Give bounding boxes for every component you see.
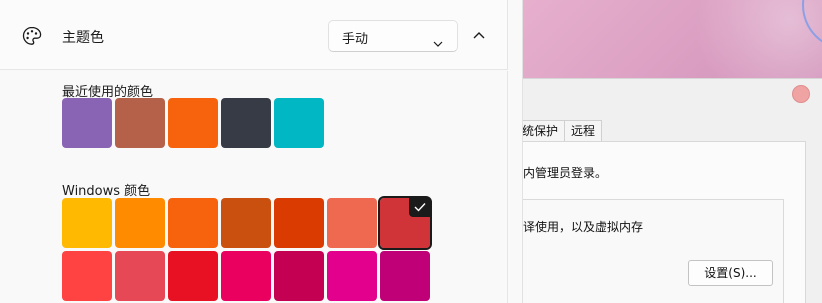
dialog-tabs: 统保护 远程 [520, 120, 603, 142]
accent-mode-dropdown[interactable]: 手动 [328, 20, 458, 52]
recent-color-swatch[interactable] [221, 98, 271, 148]
accent-color-title: 主题色 [62, 30, 104, 46]
windows-color-swatch[interactable] [221, 198, 271, 248]
dialog-close-button[interactable] [792, 85, 810, 103]
recent-color-swatch[interactable] [115, 98, 165, 148]
accent-mode-value: 手动 [342, 32, 369, 47]
chevron-up-icon [473, 32, 485, 39]
windows-color-swatch[interactable] [62, 251, 112, 301]
recent-color-swatch[interactable] [274, 98, 324, 148]
tab-remote[interactable]: 远程 [564, 120, 603, 142]
windows-color-swatch[interactable] [115, 198, 165, 248]
chevron-down-icon [433, 33, 443, 47]
personalization-colors-pane: 主题色 手动 最近使用的颜色 Windows 颜色 [0, 0, 523, 303]
windows-color-swatch[interactable] [221, 251, 271, 301]
windows-color-swatch[interactable] [168, 251, 218, 301]
performance-settings-button[interactable]: 设置(S)... [688, 260, 773, 286]
tab-system-protection[interactable]: 统保护 [520, 120, 566, 142]
windows-color-swatch[interactable] [327, 198, 377, 248]
recent-color-swatch[interactable] [62, 98, 112, 148]
windows-color-swatch[interactable] [274, 251, 324, 301]
windows-color-swatch[interactable] [115, 251, 165, 301]
windows-color-swatch[interactable] [168, 198, 218, 248]
system-properties-dialog: 统保护 远程 内管理员登录。 译使用，以及虚拟内存 设置(S)... [520, 78, 822, 303]
accent-color-header[interactable]: 主题色 手动 [0, 0, 508, 70]
windows-color-swatch[interactable] [62, 198, 112, 248]
windows-color-swatch[interactable] [327, 251, 377, 301]
accent-color-options: 最近使用的颜色 Windows 颜色 [0, 71, 508, 303]
windows-color-swatch[interactable] [274, 198, 324, 248]
windows-colors-label: Windows 颜色 [62, 184, 151, 199]
windows-color-swatch[interactable] [380, 251, 430, 301]
performance-description: 译使用，以及虚拟内存 [523, 220, 644, 234]
windows-color-swatch[interactable] [378, 196, 432, 250]
collapse-button[interactable] [464, 22, 494, 50]
admin-note: 内管理员登录。 [523, 166, 608, 180]
recent-color-swatch[interactable] [168, 98, 218, 148]
palette-icon [21, 25, 43, 47]
checkmark-icon [409, 197, 431, 217]
performance-group [520, 199, 784, 303]
